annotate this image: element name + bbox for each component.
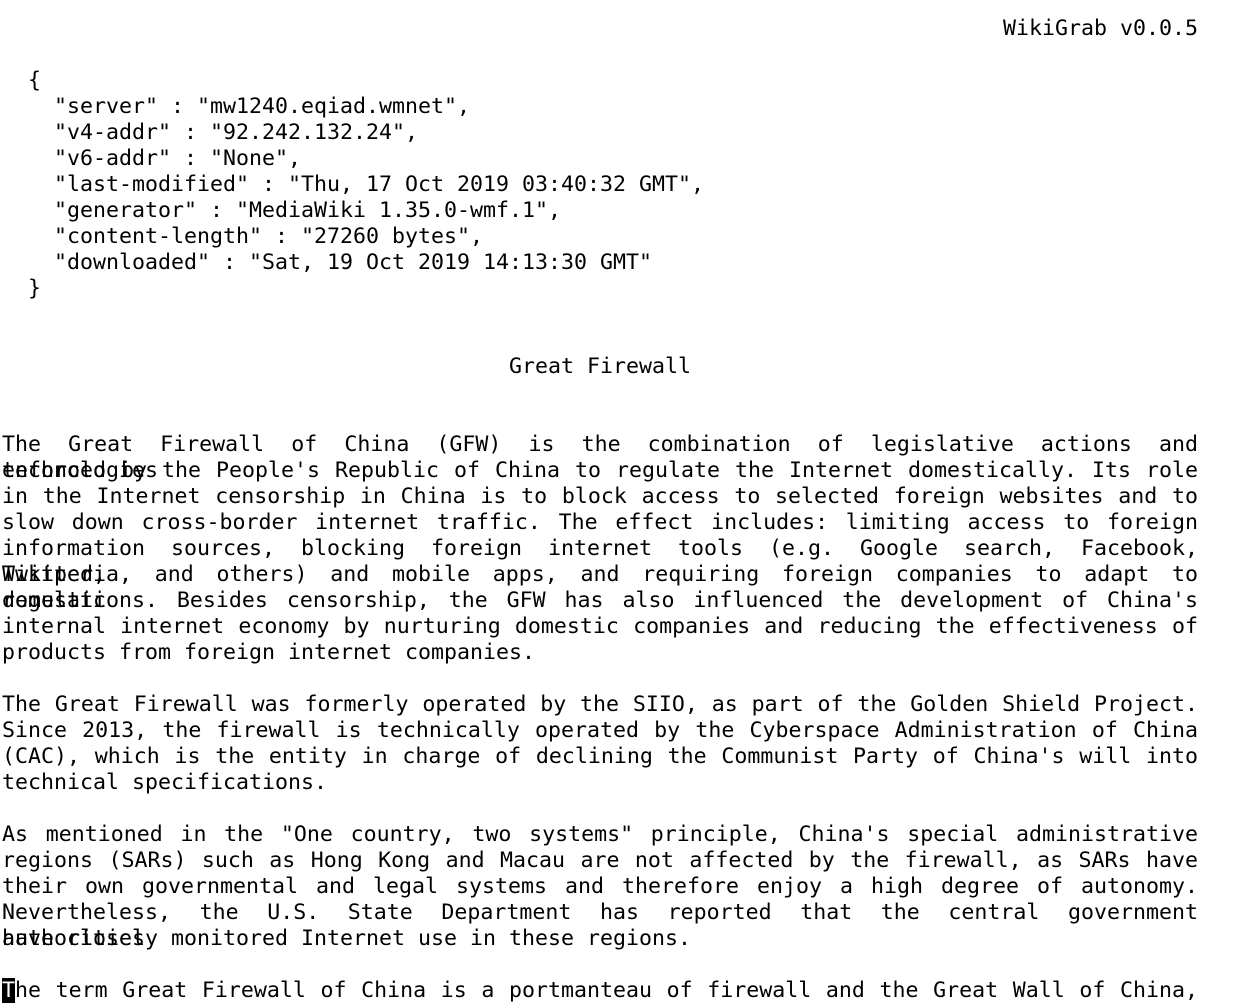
- text-line: regions (SARs) such as Hong Kong and Mac…: [2, 848, 1198, 873]
- metadata-downloaded: "downloaded" : "Sat, 19 Oct 2019 14:13:3…: [2, 250, 653, 275]
- text-line: products from foreign internet companies…: [2, 640, 536, 665]
- article-paragraph-1: The Great Firewall of China (GFW) is the…: [2, 432, 1198, 666]
- text-line: enforced by the People's Republic of Chi…: [2, 458, 1198, 483]
- text-cursor[interactable]: T: [2, 978, 16, 1003]
- text-line: The term Great Firewall of China is a po…: [2, 978, 1198, 1004]
- text-line: As mentioned in the "One country, two sy…: [2, 822, 1198, 847]
- text-line: in the Internet censorship in China is t…: [2, 484, 1198, 509]
- text-line: Wikipedia, and others) and mobile apps, …: [2, 562, 1198, 613]
- metadata-open-brace: {: [2, 68, 42, 93]
- text-line: information sources, blocking foreign in…: [2, 536, 1198, 587]
- metadata-server: "server" : "mw1240.eqiad.wmnet",: [2, 94, 471, 119]
- text-line: The Great Firewall was formerly operated…: [2, 692, 1198, 717]
- text-line-rest: he term Great Firewall of China is a por…: [15, 978, 1198, 1003]
- metadata-content-length: "content-length" : "27260 bytes",: [2, 224, 484, 249]
- metadata-generator: "generator" : "MediaWiki 1.35.0-wmf.1",: [2, 198, 562, 223]
- metadata-v4-addr: "v4-addr" : "92.242.132.24",: [2, 120, 419, 145]
- article-title: Great Firewall: [508, 354, 691, 379]
- text-line: their own governmental and legal systems…: [2, 874, 1198, 899]
- text-line: (CAC), which is the entity in charge of …: [2, 744, 1198, 769]
- text-line: Since 2013, the firewall is technically …: [2, 718, 1198, 743]
- metadata-close-brace: }: [2, 276, 42, 301]
- text-line: The Great Firewall of China (GFW) is the…: [2, 432, 1198, 483]
- text-line: have closely monitored Internet use in t…: [2, 926, 692, 951]
- text-line: regulations. Besides censorship, the GFW…: [2, 588, 1198, 613]
- metadata-v6-addr: "v6-addr" : "None",: [2, 146, 302, 171]
- text-line: Nevertheless, the U.S. State Department …: [2, 900, 1198, 951]
- article-paragraph-2: The Great Firewall was formerly operated…: [2, 692, 1198, 796]
- terminal-screen: WikiGrab v0.0.5 { "server" : "mw1240.eqi…: [2, 16, 1198, 1004]
- metadata-last-modified: "last-modified" : "Thu, 17 Oct 2019 03:4…: [2, 172, 705, 197]
- metadata-block: { "server" : "mw1240.eqiad.wmnet", "v4-a…: [2, 68, 1198, 302]
- text-line: technical specifications.: [2, 770, 328, 795]
- text-line: slow down cross-border internet traffic.…: [2, 510, 1198, 535]
- app-title: WikiGrab v0.0.5: [1002, 16, 1198, 41]
- text-line: internal internet economy by nurturing d…: [2, 614, 1198, 639]
- article-paragraph-4: The term Great Firewall of China is a po…: [2, 978, 1198, 1004]
- article-paragraph-3: As mentioned in the "One country, two sy…: [2, 822, 1198, 952]
